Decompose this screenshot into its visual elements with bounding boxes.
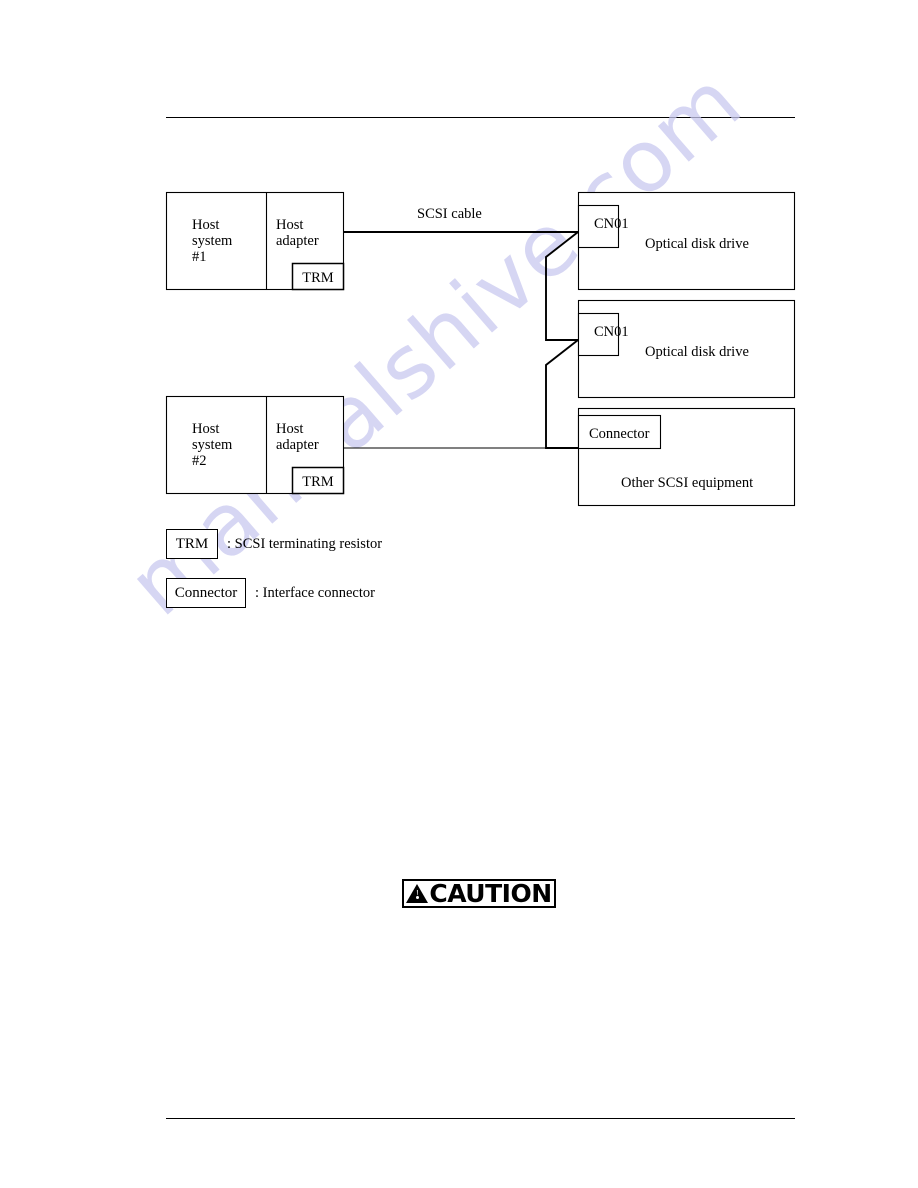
connector-label-cn01-2: CN01 <box>594 324 629 340</box>
legend-row-terminator: TRM : SCSI terminating resistor <box>166 529 382 559</box>
footer-rule <box>166 1118 795 1119</box>
host-system-box-2 <box>165 395 345 495</box>
device-name-3: Other SCSI equipment <box>621 475 753 491</box>
header-rule <box>166 117 795 118</box>
terminator-label-2: TRM <box>302 474 334 490</box>
scsi-cable-path <box>343 231 579 449</box>
terminator-box-2 <box>291 466 345 495</box>
host-adapter-label-1-line2: adapter <box>276 233 319 249</box>
connector-label-equipment: Connector <box>589 426 650 442</box>
connector-box-equipment <box>577 414 662 450</box>
optical-disk-drive-box-1 <box>577 191 796 291</box>
host-system-label-1-line2: system <box>192 233 233 249</box>
cable-segment-drive2-to-equipment <box>545 339 579 449</box>
scsi-connection-diagram: Host system #1 Host adapter TRM Host sys… <box>165 191 796 507</box>
scsi-cable-label: SCSI cable <box>417 206 482 222</box>
terminator-label-1: TRM <box>302 270 334 286</box>
legend-description-connector: : Interface connector <box>255 584 375 601</box>
legend-symbol-connector: Connector <box>166 578 246 608</box>
legend-symbol-trm: TRM <box>166 529 218 559</box>
connector-box-cn01-2 <box>577 312 620 357</box>
host-group-2: Host system #2 Host adapter TRM <box>165 395 345 495</box>
host-adapter-label-1-line1: Host <box>276 217 303 233</box>
host-system-box-1 <box>165 191 345 291</box>
optical-disk-drive-box-2 <box>577 299 796 399</box>
device-group-3: Connector Other SCSI equipment <box>577 407 796 507</box>
host-system-label-1-line3: #1 <box>192 249 207 265</box>
device-name-1: Optical disk drive <box>645 236 749 252</box>
other-scsi-equipment-box <box>577 407 796 507</box>
host-adapter-label-2-line1: Host <box>276 421 303 437</box>
host-adapter-label-2-line2: adapter <box>276 437 319 453</box>
connector-label-cn01-1: CN01 <box>594 216 629 232</box>
host-system-label-1-line1: Host <box>192 217 219 233</box>
legend-description-trm: : SCSI terminating resistor <box>227 535 383 552</box>
device-group-2: CN01 Optical disk drive <box>577 299 796 399</box>
caution-banner: CAUTION <box>402 879 556 908</box>
host-system-label-2-line2: system <box>192 437 233 453</box>
host-system-label-2-line3: #2 <box>192 453 207 469</box>
host-system-label-2-line1: Host <box>192 421 219 437</box>
host-group-1: Host system #1 Host adapter TRM <box>165 191 345 291</box>
legend-row-connector: Connector : Interface connector <box>166 578 375 608</box>
device-group-1: CN01 Optical disk drive <box>577 191 796 291</box>
terminator-box-1 <box>291 262 345 291</box>
document-page: manualshive.com Host system #1 Host adap… <box>0 0 918 1188</box>
caution-label: CAUTION <box>429 879 552 908</box>
device-name-2: Optical disk drive <box>645 344 749 360</box>
warning-triangle-icon <box>406 883 429 903</box>
cable-segment-drive1-to-drive2 <box>545 231 579 341</box>
connector-box-cn01-1 <box>577 204 620 249</box>
